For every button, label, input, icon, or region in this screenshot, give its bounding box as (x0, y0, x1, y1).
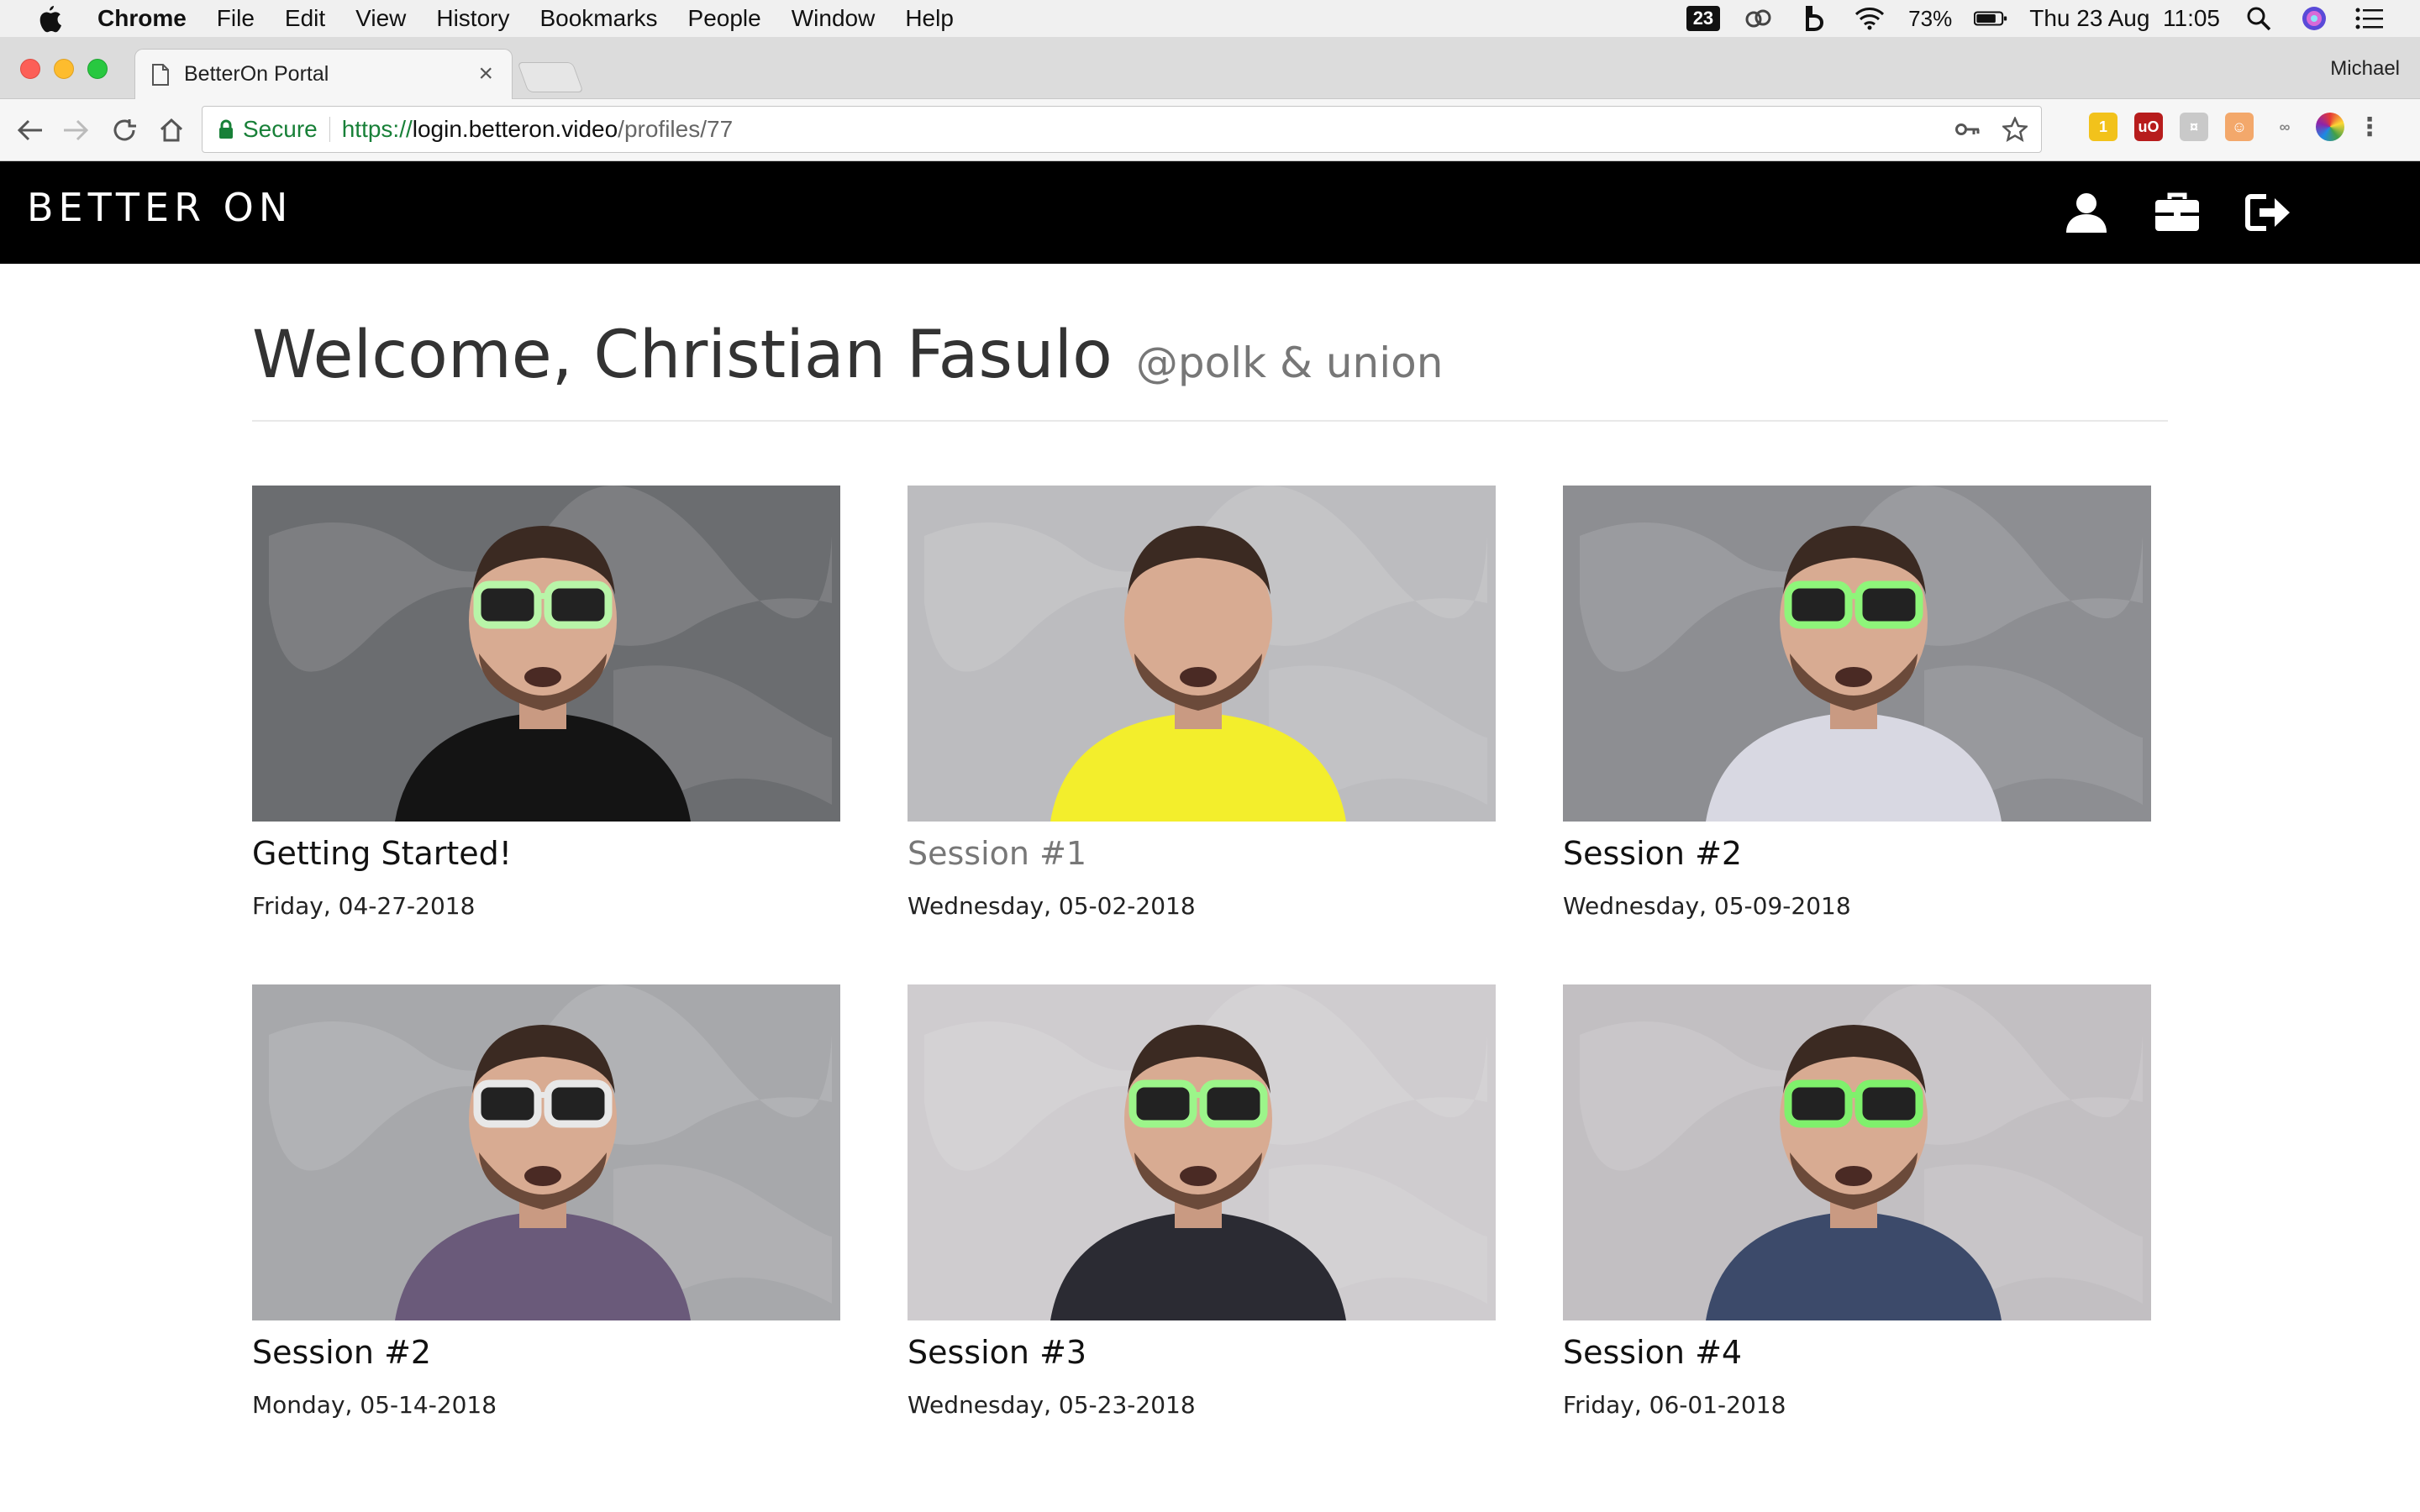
tab-close-icon[interactable]: × (478, 61, 493, 87)
address-bar[interactable]: Secure https:// login.betteron.video /pr… (202, 106, 2042, 153)
bold-b-icon[interactable] (1797, 5, 1831, 32)
video-thumbnail-image (1563, 984, 2151, 1320)
menu-history[interactable]: History (436, 5, 509, 32)
video-thumbnail-image (908, 984, 1496, 1320)
browser-tab-betteron[interactable]: BetterOn Portal × (134, 49, 513, 99)
siri-icon[interactable] (2297, 5, 2331, 32)
url-host: login.betteron.video (412, 116, 618, 142)
menu-people[interactable]: People (688, 5, 761, 32)
ublock-origin-icon[interactable]: uO (2134, 113, 2163, 141)
menu-help[interactable]: Help (905, 5, 954, 32)
session-title[interactable]: Getting Started! (252, 835, 840, 872)
lock-icon (219, 119, 233, 139)
window-close-button[interactable] (20, 59, 40, 79)
video-thumbnail-image (1563, 486, 2151, 822)
tab-title: BetterOn Portal (184, 62, 329, 86)
browser-tab-strip: BetterOn Portal × Michael (0, 37, 2420, 99)
color-picker-icon[interactable] (2316, 113, 2344, 141)
battery-percent: 73% (1908, 5, 1953, 31)
new-tab-button[interactable] (517, 62, 584, 92)
session-card[interactable]: Session #3 Wednesday, 05-23-2018 (908, 984, 1496, 1419)
session-thumbnail[interactable] (908, 984, 1496, 1320)
calendar-badge[interactable]: 23 (1686, 6, 1721, 31)
session-date: Wednesday, 05-23-2018 (908, 1391, 1196, 1419)
extension-notes-icon[interactable]: 1 (2089, 113, 2118, 141)
session-date: Friday, 04-27-2018 (252, 892, 476, 920)
session-title[interactable]: Session #3 (908, 1334, 1496, 1371)
menu-file[interactable]: File (217, 5, 255, 32)
page-title: Welcome, Christian Fasulo (252, 318, 1113, 393)
page-icon (152, 63, 169, 86)
extension-links-icon[interactable]: ∞ (2270, 113, 2299, 141)
session-date: Monday, 05-14-2018 (252, 1391, 497, 1419)
session-title[interactable]: Session #2 (252, 1334, 840, 1371)
url-scheme: https:// (341, 116, 413, 142)
clock[interactable]: Thu 23 Aug 11:05 (2029, 5, 2220, 32)
home-icon[interactable] (155, 113, 188, 147)
session-thumbnail[interactable] (1563, 984, 2151, 1320)
company-handle: @polk & union (1135, 339, 1444, 387)
browser-toolbar: Secure https:// login.betteron.video /pr… (0, 99, 2420, 161)
creative-cloud-icon[interactable] (1742, 5, 1776, 32)
menu-edit[interactable]: Edit (285, 5, 325, 32)
session-title[interactable]: Session #2 (1563, 835, 2151, 872)
video-thumbnail-image (252, 984, 840, 1320)
menu-view[interactable]: View (355, 5, 406, 32)
bookmark-star-icon[interactable] (2002, 117, 2028, 142)
welcome-heading: Welcome, Christian Fasulo @polk & union (252, 318, 1443, 393)
key-icon[interactable] (1955, 121, 1981, 138)
site-header: BETTER ON (0, 161, 2420, 264)
back-arrow-icon[interactable] (13, 113, 47, 147)
session-card[interactable]: Getting Started! Friday, 04-27-2018 (252, 486, 840, 920)
video-thumbnail-image (908, 486, 1496, 822)
session-card[interactable]: Session #2 Monday, 05-14-2018 (252, 984, 840, 1419)
session-card[interactable]: Session #4 Friday, 06-01-2018 (1563, 984, 2151, 1419)
wifi-icon[interactable] (1853, 5, 1886, 32)
menu-window[interactable]: Window (792, 5, 876, 32)
chrome-menu-icon[interactable]: ⋮ (2357, 113, 2382, 141)
brand-logo[interactable]: BETTER ON (27, 185, 292, 230)
session-date: Friday, 06-01-2018 (1563, 1391, 1786, 1419)
profile-name[interactable]: Michael (2330, 57, 2400, 81)
session-title[interactable]: Session #1 (908, 835, 1496, 872)
extension-grey-icon[interactable]: ¤ (2180, 113, 2208, 141)
battery-icon[interactable] (1974, 5, 2007, 32)
session-date: Wednesday, 05-09-2018 (1563, 892, 1851, 920)
session-thumbnail[interactable] (1563, 486, 2151, 822)
session-thumbnail[interactable] (252, 984, 840, 1320)
apple-menu-icon[interactable] (34, 2, 66, 35)
address-separator (329, 117, 330, 142)
session-thumbnail[interactable] (908, 486, 1496, 822)
secure-label: Secure (243, 116, 318, 142)
session-date: Wednesday, 05-02-2018 (908, 892, 1196, 920)
logout-icon[interactable] (2238, 183, 2297, 242)
url-path: /profiles/77 (618, 116, 734, 142)
window-minimize-button[interactable] (54, 59, 74, 79)
extension-face-icon[interactable]: ☺ (2225, 113, 2254, 141)
window-zoom-button[interactable] (87, 59, 108, 79)
video-thumbnail-image (252, 486, 840, 822)
session-thumbnail[interactable] (252, 486, 840, 822)
notification-center-icon[interactable] (2353, 5, 2386, 32)
reload-icon[interactable] (108, 113, 141, 147)
briefcase-icon[interactable] (2148, 183, 2207, 242)
heading-divider (252, 420, 2168, 422)
session-card[interactable]: Session #2 Wednesday, 05-09-2018 (1563, 486, 2151, 920)
macos-menu-bar: Chrome File Edit View History Bookmarks … (0, 0, 2420, 37)
forward-arrow-icon[interactable] (59, 113, 92, 147)
session-card[interactable]: Session #1 Wednesday, 05-02-2018 (908, 486, 1496, 920)
menu-app-chrome[interactable]: Chrome (97, 5, 187, 32)
user-profile-icon[interactable] (2057, 183, 2116, 242)
menu-bookmarks[interactable]: Bookmarks (539, 5, 657, 32)
spotlight-search-icon[interactable] (2242, 5, 2275, 32)
session-title[interactable]: Session #4 (1563, 1334, 2151, 1371)
